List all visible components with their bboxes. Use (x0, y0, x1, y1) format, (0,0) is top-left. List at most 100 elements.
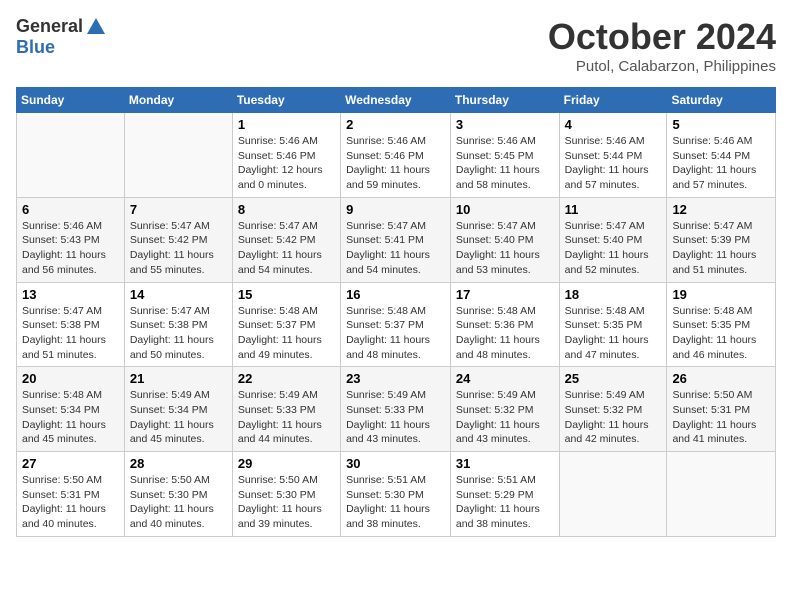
logo-icon (85, 16, 107, 38)
day-info: Sunrise: 5:47 AM Sunset: 5:40 PM Dayligh… (456, 219, 554, 278)
day-number: 22 (238, 371, 335, 386)
day-info: Sunrise: 5:46 AM Sunset: 5:46 PM Dayligh… (346, 134, 445, 193)
day-info: Sunrise: 5:47 AM Sunset: 5:38 PM Dayligh… (130, 304, 227, 363)
title-block: October 2024 Putol, Calabarzon, Philippi… (548, 16, 776, 75)
day-info: Sunrise: 5:51 AM Sunset: 5:29 PM Dayligh… (456, 473, 554, 532)
calendar-cell: 15 Sunrise: 5:48 AM Sunset: 5:37 PM Dayli… (232, 282, 340, 367)
day-info: Sunrise: 5:50 AM Sunset: 5:30 PM Dayligh… (238, 473, 335, 532)
header-row: SundayMondayTuesdayWednesdayThursdayFrid… (17, 88, 776, 113)
day-info: Sunrise: 5:48 AM Sunset: 5:37 PM Dayligh… (346, 304, 445, 363)
day-info: Sunrise: 5:48 AM Sunset: 5:35 PM Dayligh… (565, 304, 662, 363)
calendar-cell: 20 Sunrise: 5:48 AM Sunset: 5:34 PM Dayli… (17, 367, 125, 452)
calendar-cell: 2 Sunrise: 5:46 AM Sunset: 5:46 PM Daylig… (341, 113, 451, 198)
header-cell-saturday: Saturday (667, 88, 776, 113)
location: Putol, Calabarzon, Philippines (548, 58, 776, 75)
calendar-cell: 7 Sunrise: 5:47 AM Sunset: 5:42 PM Daylig… (124, 197, 232, 282)
calendar-row-4: 20 Sunrise: 5:48 AM Sunset: 5:34 PM Dayli… (17, 367, 776, 452)
day-info: Sunrise: 5:51 AM Sunset: 5:30 PM Dayligh… (346, 473, 445, 532)
day-number: 7 (130, 202, 227, 217)
calendar-cell: 13Sunrise: 5:47 AM Sunset: 5:38 PM Dayli… (17, 282, 125, 367)
day-number: 21 (130, 371, 227, 386)
calendar-cell: 25 Sunrise: 5:49 AM Sunset: 5:32 PM Dayli… (559, 367, 667, 452)
day-number: 26 (672, 371, 770, 386)
calendar-cell: 19Sunrise: 5:48 AM Sunset: 5:35 PM Dayli… (667, 282, 776, 367)
day-info: Sunrise: 5:47 AM Sunset: 5:42 PM Dayligh… (130, 219, 227, 278)
calendar-cell (559, 452, 667, 537)
day-number: 1 (238, 117, 335, 132)
logo-blue-text: Blue (16, 38, 107, 58)
day-info: Sunrise: 5:50 AM Sunset: 5:31 PM Dayligh… (22, 473, 119, 532)
calendar-cell: 4 Sunrise: 5:46 AM Sunset: 5:44 PM Daylig… (559, 113, 667, 198)
calendar-cell (17, 113, 125, 198)
calendar-cell: 12 Sunrise: 5:47 AM Sunset: 5:39 PM Dayli… (667, 197, 776, 282)
day-number: 20 (22, 371, 119, 386)
calendar-row-3: 13 Sunrise: 5:47 AM Sunset: 5:38 PM Dayli… (17, 282, 776, 367)
day-number: 18 (565, 287, 662, 302)
calendar-cell: 26Sunrise: 5:50 AM Sunset: 5:31 PM Dayli… (667, 367, 776, 452)
day-number: 15 (238, 287, 335, 302)
day-number: 16 (346, 287, 445, 302)
day-info: Sunrise: 5:48 AM Sunset: 5:35 PM Dayligh… (672, 304, 770, 363)
calendar-cell (667, 452, 776, 537)
calendar-row-5: 27Sunrise: 5:50 AM Sunset: 5:31 PM Dayli… (17, 452, 776, 537)
calendar-cell: 23 Sunrise: 5:49 AM Sunset: 5:33 PM Dayli… (341, 367, 451, 452)
day-number: 31 (456, 456, 554, 471)
header-cell-thursday: Thursday (450, 88, 559, 113)
day-number: 28 (130, 456, 227, 471)
day-number: 12 (672, 202, 770, 217)
day-info: Sunrise: 5:46 AM Sunset: 5:46 PM Dayligh… (238, 134, 335, 193)
day-number: 25 (565, 371, 662, 386)
calendar-cell: 9 Sunrise: 5:47 AM Sunset: 5:41 PM Daylig… (341, 197, 451, 282)
calendar-cell: 6 Sunrise: 5:46 AM Sunset: 5:43 PM Daylig… (17, 197, 125, 282)
calendar-cell: 5 Sunrise: 5:46 AM Sunset: 5:44 PM Daylig… (667, 113, 776, 198)
header-cell-friday: Friday (559, 88, 667, 113)
calendar-cell: 28 Sunrise: 5:50 AM Sunset: 5:30 PM Dayli… (124, 452, 232, 537)
day-info: Sunrise: 5:49 AM Sunset: 5:33 PM Dayligh… (238, 388, 335, 447)
day-info: Sunrise: 5:47 AM Sunset: 5:42 PM Dayligh… (238, 219, 335, 278)
header-cell-sunday: Sunday (17, 88, 125, 113)
page-header: General Blue October 2024 Putol, Calabar… (16, 16, 776, 75)
calendar-cell: 24 Sunrise: 5:49 AM Sunset: 5:32 PM Dayli… (450, 367, 559, 452)
calendar-row-2: 6 Sunrise: 5:46 AM Sunset: 5:43 PM Daylig… (17, 197, 776, 282)
day-number: 2 (346, 117, 445, 132)
day-number: 11 (565, 202, 662, 217)
day-info: Sunrise: 5:48 AM Sunset: 5:36 PM Dayligh… (456, 304, 554, 363)
day-info: Sunrise: 5:48 AM Sunset: 5:37 PM Dayligh… (238, 304, 335, 363)
calendar-cell: 22 Sunrise: 5:49 AM Sunset: 5:33 PM Dayli… (232, 367, 340, 452)
calendar-cell: 29 Sunrise: 5:50 AM Sunset: 5:30 PM Dayli… (232, 452, 340, 537)
day-info: Sunrise: 5:49 AM Sunset: 5:32 PM Dayligh… (565, 388, 662, 447)
day-info: Sunrise: 5:47 AM Sunset: 5:41 PM Dayligh… (346, 219, 445, 278)
calendar-cell: 18 Sunrise: 5:48 AM Sunset: 5:35 PM Dayli… (559, 282, 667, 367)
calendar-cell: 8Sunrise: 5:47 AM Sunset: 5:42 PM Daylig… (232, 197, 340, 282)
day-number: 29 (238, 456, 335, 471)
header-cell-tuesday: Tuesday (232, 88, 340, 113)
calendar-cell: 14Sunrise: 5:47 AM Sunset: 5:38 PM Dayli… (124, 282, 232, 367)
day-info: Sunrise: 5:46 AM Sunset: 5:44 PM Dayligh… (565, 134, 662, 193)
day-info: Sunrise: 5:49 AM Sunset: 5:32 PM Dayligh… (456, 388, 554, 447)
day-number: 10 (456, 202, 554, 217)
calendar-cell: 30Sunrise: 5:51 AM Sunset: 5:30 PM Dayli… (341, 452, 451, 537)
day-info: Sunrise: 5:49 AM Sunset: 5:33 PM Dayligh… (346, 388, 445, 447)
day-number: 6 (22, 202, 119, 217)
calendar-cell: 11Sunrise: 5:47 AM Sunset: 5:40 PM Dayli… (559, 197, 667, 282)
day-number: 5 (672, 117, 770, 132)
calendar-row-1: 1 Sunrise: 5:46 AM Sunset: 5:46 PM Daylig… (17, 113, 776, 198)
month-title: October 2024 (548, 16, 776, 58)
day-number: 13 (22, 287, 119, 302)
day-info: Sunrise: 5:48 AM Sunset: 5:34 PM Dayligh… (22, 388, 119, 447)
logo-general-text: General (16, 17, 83, 37)
day-info: Sunrise: 5:49 AM Sunset: 5:34 PM Dayligh… (130, 388, 227, 447)
day-number: 4 (565, 117, 662, 132)
day-info: Sunrise: 5:46 AM Sunset: 5:44 PM Dayligh… (672, 134, 770, 193)
day-number: 9 (346, 202, 445, 217)
logo: General Blue (16, 16, 107, 58)
day-number: 3 (456, 117, 554, 132)
day-info: Sunrise: 5:46 AM Sunset: 5:43 PM Dayligh… (22, 219, 119, 278)
calendar-cell: 10 Sunrise: 5:47 AM Sunset: 5:40 PM Dayli… (450, 197, 559, 282)
day-info: Sunrise: 5:47 AM Sunset: 5:39 PM Dayligh… (672, 219, 770, 278)
day-number: 24 (456, 371, 554, 386)
header-cell-wednesday: Wednesday (341, 88, 451, 113)
day-number: 23 (346, 371, 445, 386)
calendar-cell: 31 Sunrise: 5:51 AM Sunset: 5:29 PM Dayli… (450, 452, 559, 537)
day-info: Sunrise: 5:50 AM Sunset: 5:30 PM Dayligh… (130, 473, 227, 532)
